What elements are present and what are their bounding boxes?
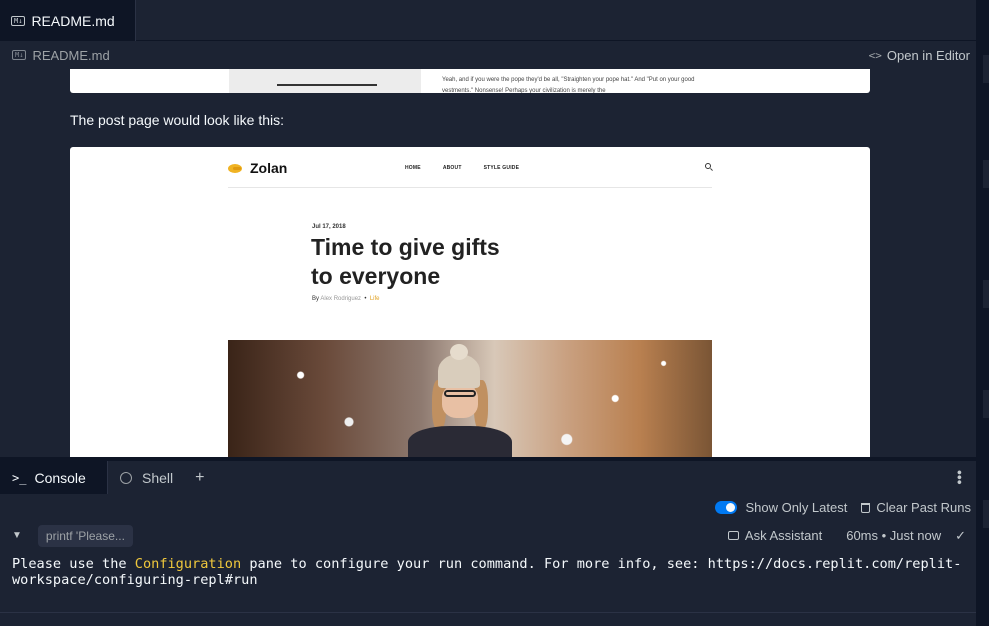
- markdown-preview: Yeah, and if you were the pope they'd be…: [0, 69, 976, 457]
- markdown-icon: M↓: [12, 50, 27, 60]
- shell-icon: [120, 471, 132, 484]
- run-duration: 60ms • Just now: [846, 528, 942, 543]
- trash-icon[interactable]: [861, 502, 871, 513]
- output-highlight: Configuration: [134, 556, 242, 572]
- byline-author: Alex Rodriguez: [320, 296, 362, 302]
- file-name: README.md: [32, 47, 110, 63]
- console-tab-bar: >_ Console Shell + •••: [0, 461, 976, 494]
- check-icon: ✓: [955, 527, 966, 543]
- replit-workspace: M↓ README.md M↓ README.md <> Open in Edi…: [0, 0, 989, 626]
- open-in-editor-button[interactable]: <> Open in Editor: [869, 48, 970, 63]
- site-nav: HOME ABOUT STYLE GUIDE: [405, 165, 541, 171]
- tab-shell-label: Shell: [142, 469, 174, 486]
- post-title-line-1: Time to give gifts: [311, 234, 500, 260]
- clear-past-runs-button[interactable]: Clear Past Runs: [876, 500, 971, 515]
- more-options-icon[interactable]: •••: [952, 470, 968, 485]
- show-only-latest-label: Show Only Latest: [745, 500, 848, 515]
- adjacent-pane-edge: [976, 0, 989, 626]
- previous-screenshot-image: Yeah, and if you were the pope they'd be…: [70, 69, 870, 93]
- chevron-down-icon[interactable]: ▼: [12, 530, 22, 541]
- ask-assistant-button[interactable]: Ask Assistant: [745, 528, 822, 543]
- byline-bullet: •: [364, 296, 367, 302]
- open-in-editor-label: Open in Editor: [886, 47, 970, 63]
- post-byline: By Alex Rodriguez • Life: [312, 296, 380, 302]
- search-icon: [705, 163, 711, 169]
- site-name: Zolan: [250, 160, 288, 176]
- console-panel: Show Only Latest Clear Past Runs ▼ print…: [0, 494, 976, 626]
- tab-console-label: Console: [34, 469, 86, 486]
- byline-by: By: [312, 296, 320, 302]
- show-only-latest-toggle[interactable]: [715, 501, 738, 514]
- site-logo: Zolan: [228, 160, 287, 176]
- run-entry-meta: Ask Assistant 60ms • Just now ✓: [727, 522, 966, 549]
- tab-console[interactable]: >_ Console: [0, 461, 108, 494]
- byline-category: Life: [369, 296, 380, 302]
- post-title-line-2: to everyone: [311, 263, 441, 289]
- terminal-prompt-icon: >_: [12, 470, 27, 485]
- run-entry-header[interactable]: ▼ printf 'Please... Ask Assistant 60ms •…: [0, 522, 976, 549]
- tab-readme[interactable]: M↓ README.md: [0, 0, 136, 41]
- code-icon: <>: [868, 48, 882, 62]
- nav-home: HOME: [405, 165, 421, 171]
- markdown-icon: M↓: [11, 15, 26, 26]
- file-header: M↓ README.md <> Open in Editor: [0, 41, 976, 69]
- output-text-pre: Please use the: [12, 556, 135, 572]
- output-divider: [0, 612, 976, 613]
- tab-label: README.md: [31, 12, 115, 29]
- post-title: Time to give gifts to everyone: [311, 233, 541, 291]
- run-command-pill: printf 'Please...: [37, 524, 133, 547]
- add-tab-button[interactable]: +: [185, 469, 214, 487]
- post-page-screenshot: Zolan HOME ABOUT STYLE GUIDE Jul 17, 201…: [70, 147, 870, 457]
- nav-about: ABOUT: [442, 165, 462, 171]
- console-toolbar: Show Only Latest Clear Past Runs: [0, 494, 976, 521]
- image-body-text: Yeah, and if you were the pope they'd be…: [442, 77, 695, 93]
- editor-tab-bar: M↓ README.md: [0, 0, 976, 41]
- file-path: M↓ README.md: [12, 48, 110, 63]
- chat-icon: [727, 531, 739, 540]
- console-output: Please use the Configuration pane to con…: [12, 556, 968, 588]
- header-divider: [228, 187, 712, 188]
- tab-shell[interactable]: Shell: [108, 461, 185, 494]
- post-date: Jul 17, 2018: [312, 224, 346, 230]
- nav-style-guide: STYLE GUIDE: [483, 165, 520, 171]
- preview-paragraph: The post page would look like this:: [70, 112, 285, 128]
- logo-icon: [228, 163, 242, 173]
- image-placeholder: [229, 69, 421, 93]
- post-hero-photo: [228, 340, 712, 457]
